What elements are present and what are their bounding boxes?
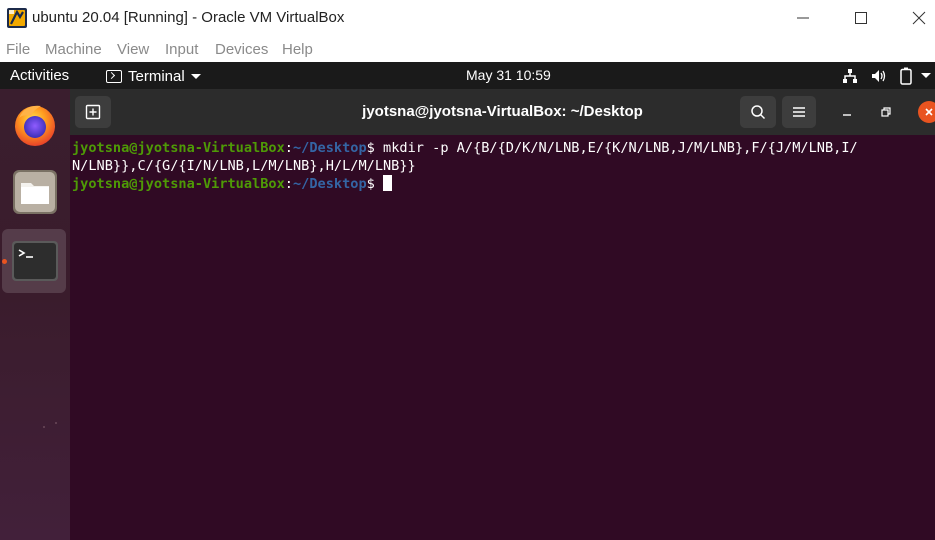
prompt-user-host: jyotsna@jyotsna-VirtualBox [72,140,285,156]
app-menu-button[interactable]: Terminal [106,65,201,87]
gnome-top-bar: Activities Terminal May 31 10:59 [0,62,935,89]
menu-machine[interactable]: Machine [45,41,102,58]
running-indicator [2,259,7,264]
caret-down-icon [190,73,201,79]
command-continuation: N/LNB}},C/{G/{I/N/LNB,L/M/LNB},H/L/M/LNB… [72,158,416,174]
close-button[interactable] [896,0,935,36]
menu-help[interactable]: Help [282,41,313,58]
terminal-close-button[interactable] [918,101,935,123]
maximize-icon [855,12,867,24]
vbox-title-bar: ubuntu 20.04 [Running] - Oracle VM Virtu… [0,0,935,36]
menu-view[interactable]: View [117,41,149,58]
minimize-button[interactable] [780,0,826,36]
dock [0,89,70,540]
minimize-icon [843,114,851,116]
prompt-separator: : [284,176,293,192]
terminal-output[interactable]: jyotsna@jyotsna-VirtualBox:~/Desktop$ mk… [70,135,935,540]
dock-item-files[interactable] [8,165,62,219]
dock-item-terminal[interactable] [8,234,62,288]
command-text: mkdir -p A/{B/{D/K/N/LNB,E/{K/N/LNB,J/M/… [374,140,858,156]
vbox-menu-bar: File Machine View Input Devices Help [0,36,935,62]
command-input[interactable] [375,176,383,192]
prompt-symbol: $ [366,176,375,192]
terminal-line: jyotsna@jyotsna-VirtualBox:~/Desktop$ mk… [72,139,858,157]
desktop-sparkle [55,422,57,424]
firefox-icon [15,105,55,146]
terminal-restore-button[interactable] [877,103,895,121]
menu-input[interactable]: Input [165,41,198,58]
hamburger-menu-button[interactable] [782,96,816,128]
desktop-sparkle [43,426,45,428]
search-button[interactable] [740,96,776,128]
window-title: ubuntu 20.04 [Running] - Oracle VM Virtu… [32,9,345,26]
volume-icon[interactable] [871,66,887,86]
restore-icon [881,107,891,117]
terminal-header-bar: jyotsna@jyotsna-VirtualBox: ~/Desktop [70,89,935,135]
virtualbox-logo-icon [7,8,27,28]
hamburger-menu-icon [793,107,805,117]
app-menu-label: Terminal [128,67,185,85]
terminal-app-icon [106,69,122,83]
files-icon [13,170,57,214]
close-icon [912,11,926,25]
terminal-line: N/LNB}},C/{G/{I/N/LNB,L/M/LNB},H/L/M/LNB… [72,157,416,175]
terminal-window[interactable]: jyotsna@jyotsna-VirtualBox: ~/Desktop jy… [70,89,935,540]
text-cursor [383,175,393,191]
search-icon [751,105,766,120]
menu-file[interactable]: File [6,41,30,58]
prompt-separator: : [284,140,293,156]
dock-item-firefox[interactable] [8,97,62,151]
minimize-icon [797,17,809,19]
prompt-user-host: jyotsna@jyotsna-VirtualBox [72,176,285,192]
power-menu-caret-icon[interactable] [920,66,932,86]
terminal-minimize-button[interactable] [838,103,856,121]
maximize-button[interactable] [838,0,884,36]
prompt-symbol: $ [366,140,375,156]
close-icon [925,108,933,116]
activities-button[interactable]: Activities [10,67,69,84]
menu-devices[interactable]: Devices [215,41,268,58]
prompt-path: ~/Desktop [292,140,367,156]
battery-icon[interactable] [900,66,912,86]
prompt-path: ~/Desktop [292,176,367,192]
terminal-icon [12,241,58,281]
clock[interactable]: May 31 10:59 [466,67,551,83]
network-icon[interactable] [842,66,858,86]
terminal-line: jyotsna@jyotsna-VirtualBox:~/Desktop$ [72,175,393,193]
